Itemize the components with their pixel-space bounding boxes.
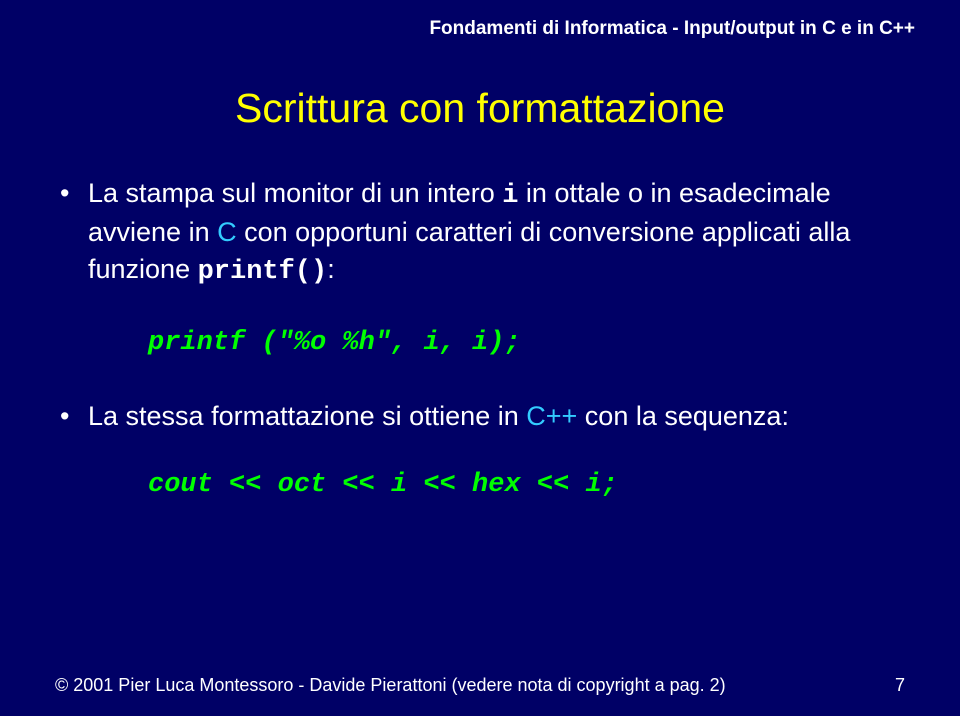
footer: © 2001 Pier Luca Montessoro - Davide Pie…: [55, 675, 905, 696]
footer-copyright: © 2001 Pier Luca Montessoro - Davide Pie…: [55, 675, 865, 696]
bullet1-mono-printf: printf(): [198, 257, 328, 287]
page-number: 7: [895, 675, 905, 696]
slide-header: Fondamenti di Informatica - Input/output…: [45, 18, 915, 40]
code-block-1: printf ("%o %h", i, i);: [148, 328, 905, 358]
bullet2-cpp-lang: C++: [526, 401, 577, 431]
bullet-2: La stessa formattazione si ottiene in C+…: [60, 398, 905, 434]
slide: Fondamenti di Informatica - Input/output…: [0, 0, 960, 716]
bullet-1: La stampa sul monitor di un intero i in …: [60, 175, 905, 290]
bullet2-text-a: La stessa formattazione si ottiene in: [88, 401, 526, 431]
bullet1-c-lang: C: [217, 217, 237, 247]
bullet1-text-a: La stampa sul monitor di un intero: [88, 178, 502, 208]
code-block-2: cout << oct << i << hex << i;: [148, 470, 905, 500]
bullet1-mono-i: i: [502, 181, 518, 211]
bullet1-text-d: :: [327, 254, 335, 284]
slide-title: Scrittura con formattazione: [0, 85, 960, 132]
bullet2-text-b: con la sequenza:: [577, 401, 789, 431]
content-area: La stampa sul monitor di un intero i in …: [60, 175, 905, 500]
